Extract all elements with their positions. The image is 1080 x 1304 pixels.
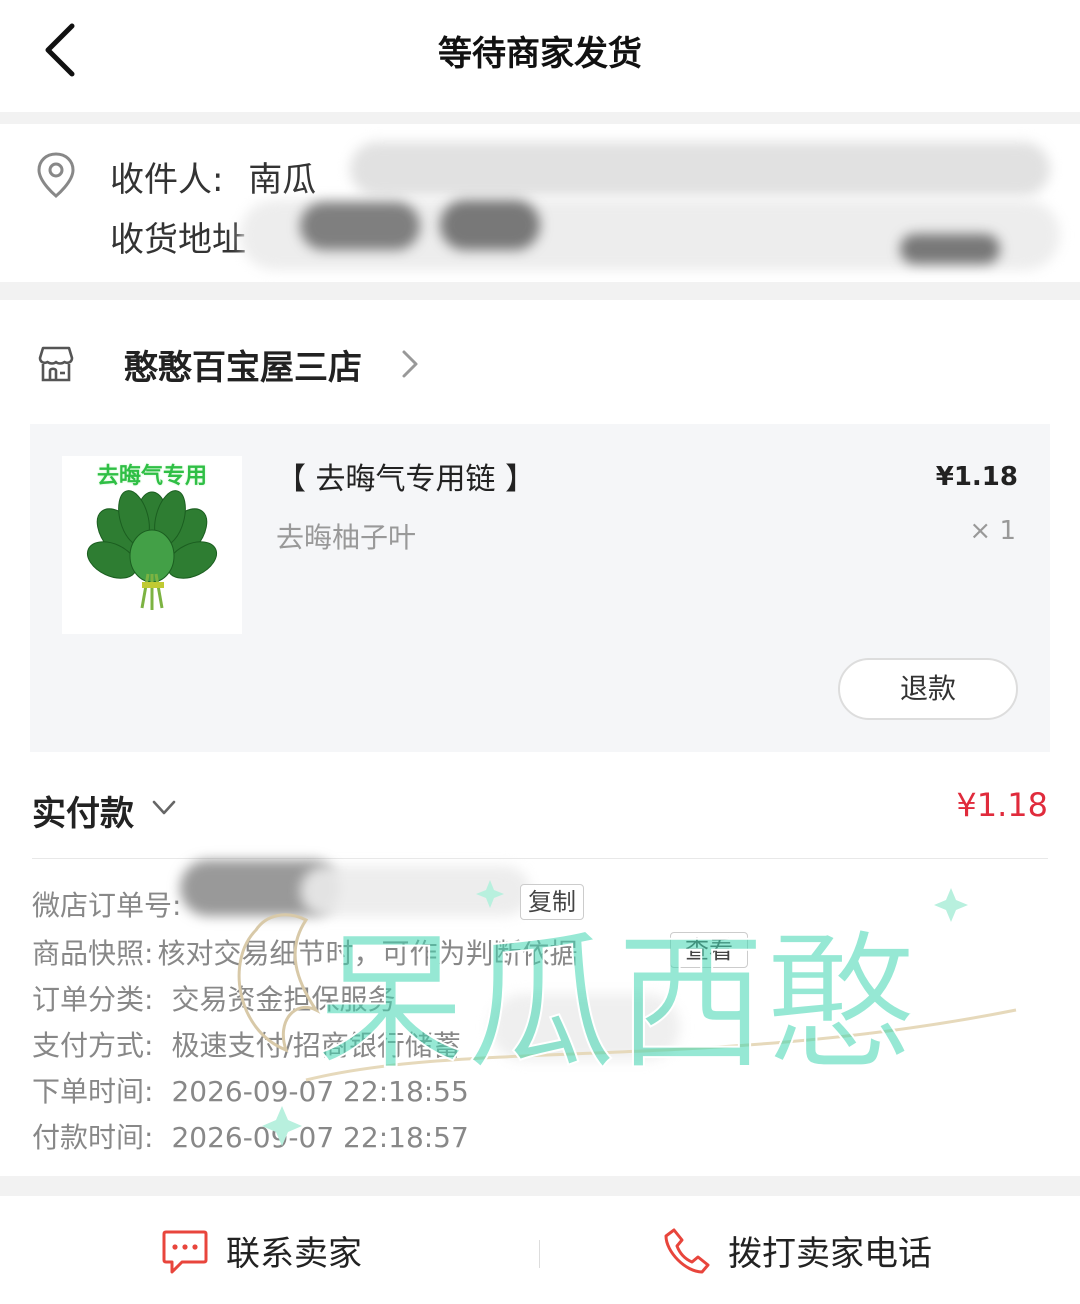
product-price: ¥1.18 — [935, 462, 1018, 492]
product-image: 去晦气专用 — [62, 456, 242, 634]
snapshot-line: 商品快照: 核对交易细节时，可作为判断依据 — [32, 932, 577, 972]
view-snapshot-button[interactable]: 查看 — [670, 932, 748, 968]
category-value: 交易资金担保服务 — [171, 983, 396, 1016]
leaf-bundle-image — [86, 490, 218, 610]
pay-method-value: 极速支付/招商银行储蓄 — [171, 1029, 461, 1062]
top-bar: 等待商家发货 — [0, 0, 1080, 112]
redaction-smudge — [300, 866, 530, 916]
paid-amount: ¥1.18 — [956, 786, 1048, 824]
call-seller-button[interactable]: 拨打卖家电话 — [540, 1196, 1080, 1304]
shop-row[interactable]: 憨憨百宝屋三店 — [0, 328, 1080, 398]
pay-method-line: 支付方式: 极速支付/招商银行储蓄 — [32, 1024, 461, 1064]
snapshot-value: 核对交易细节时，可作为判断依据 — [157, 937, 578, 970]
address-card[interactable]: 收件人: 南瓜 收货地址 — [0, 124, 1080, 282]
page-title: 等待商家发货 — [438, 34, 642, 74]
address-label: 收货地址 — [110, 220, 246, 260]
redaction-smudge — [900, 234, 1000, 264]
pay-time-label: 付款时间: — [32, 1121, 154, 1154]
chevron-right-icon — [402, 350, 418, 378]
product-spec: 去晦柚子叶 — [276, 521, 417, 554]
paid-label: 实付款 — [32, 794, 134, 834]
redaction-smudge — [300, 202, 420, 250]
pay-method-label: 支付方式: — [32, 1029, 154, 1062]
refund-button[interactable]: 退款 — [838, 658, 1018, 720]
divider — [32, 858, 1048, 859]
shop-name: 憨憨百宝屋三店 — [124, 348, 362, 388]
call-seller-label: 拨打卖家电话 — [728, 1234, 932, 1274]
store-icon — [38, 346, 74, 382]
product-title: 【 去晦气专用链 】 — [276, 462, 536, 497]
order-number-label: 微店订单号: — [32, 889, 182, 922]
redaction-smudge — [350, 142, 1050, 196]
pay-time-value: 2026-09-07 22:18:57 — [171, 1121, 469, 1154]
product-item[interactable]: 去晦气专用 【 去晦气专用链 】 ¥1.18 去晦柚子叶 × 1 退款 — [30, 424, 1050, 752]
pay-time-line: 付款时间: 2026-09-07 22:18:57 — [32, 1116, 469, 1156]
copy-button[interactable]: 复制 — [520, 884, 584, 920]
order-time-line: 下单时间: 2026-09-07 22:18:55 — [32, 1070, 469, 1110]
recipient-name: 南瓜 — [248, 160, 317, 200]
snapshot-label: 商品快照: — [32, 937, 154, 970]
order-number-line: 微店订单号: — [32, 884, 181, 924]
chevron-down-icon — [152, 800, 176, 815]
contact-seller-label: 联系卖家 — [226, 1234, 362, 1274]
order-time-label: 下单时间: — [32, 1075, 154, 1108]
bottom-action-bar: 联系卖家 拨打卖家电话 — [0, 1196, 1080, 1304]
product-quantity: × 1 — [969, 516, 1016, 546]
recipient-line: 收件人: 南瓜 — [110, 152, 316, 201]
chat-bubble-icon — [162, 1230, 208, 1274]
location-pin-icon — [37, 152, 75, 198]
recipient-label: 收件人: — [110, 160, 224, 200]
redaction-smudge — [440, 200, 540, 250]
phone-icon — [664, 1228, 710, 1274]
redaction-smudge — [490, 994, 680, 1060]
address-line: 收货地址 — [110, 212, 246, 261]
contact-seller-button[interactable]: 联系卖家 — [0, 1196, 539, 1304]
order-time-value: 2026-09-07 22:18:55 — [171, 1075, 469, 1108]
order-card: 憨憨百宝屋三店 去晦气专用 【 去晦气专用链 】 ¥1.18 去晦柚子叶 × 1… — [0, 300, 1080, 1176]
category-line: 订单分类: 交易资金担保服务 — [32, 978, 395, 1018]
category-label: 订单分类: — [32, 983, 154, 1016]
paid-amount-row[interactable]: 实付款 ¥1.18 — [32, 782, 1048, 842]
